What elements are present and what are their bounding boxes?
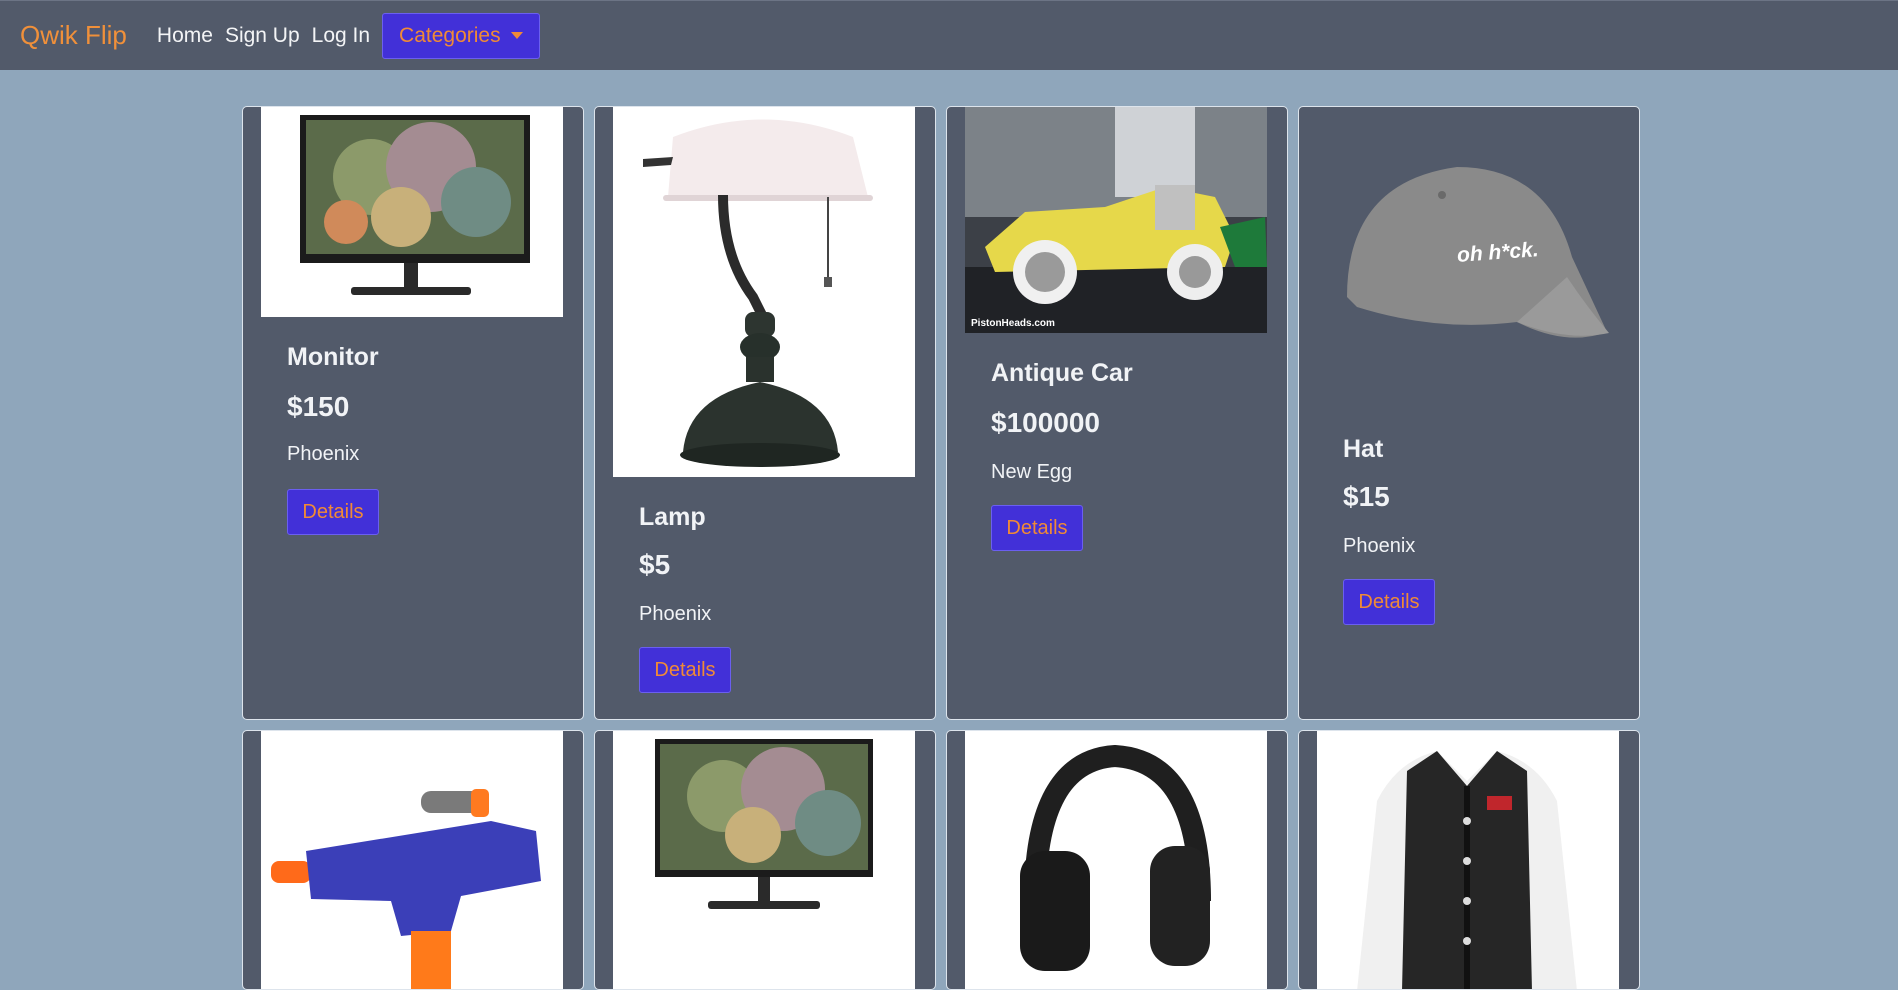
product-title: Monitor	[287, 343, 379, 371]
product-card-monitor: Monitor $150 Phoenix Details	[242, 106, 584, 720]
product-location: Phoenix	[287, 443, 360, 465]
categories-label: Categories	[399, 23, 501, 47]
details-button[interactable]: Details	[639, 647, 731, 693]
product-location: Phoenix	[639, 603, 712, 625]
details-button[interactable]: Details	[1343, 579, 1435, 625]
product-location: New Egg	[991, 461, 1073, 483]
lamp-image[interactable]	[613, 107, 915, 477]
monitor-image[interactable]	[261, 107, 563, 317]
headphones-image[interactable]	[965, 731, 1267, 989]
hat-image[interactable]: oh h*ck.	[1317, 107, 1619, 407]
product-card	[594, 730, 936, 990]
product-price: $5	[639, 549, 671, 580]
details-button[interactable]: Details	[991, 505, 1083, 551]
toy-blaster-image[interactable]	[261, 731, 563, 989]
product-card	[1298, 730, 1640, 990]
product-price: $15	[1343, 481, 1390, 512]
product-title: Lamp	[639, 503, 706, 531]
categories-dropdown-button[interactable]: Categories	[382, 12, 540, 59]
antique-car-image[interactable]: PistonHeads.com	[965, 107, 1267, 333]
product-card-antique-car: PistonHeads.com Antique Car $100000 New …	[946, 106, 1288, 720]
brand-logo[interactable]: Qwik Flip	[20, 20, 127, 51]
product-card	[242, 730, 584, 990]
image-caption: PistonHeads.com	[971, 318, 1055, 329]
product-card-lamp: Lamp $5 Phoenix Details	[594, 106, 936, 720]
nav-login-link[interactable]: Log In	[312, 24, 370, 48]
product-title: Antique Car	[991, 359, 1133, 387]
monitor-image[interactable]	[613, 731, 915, 989]
nav-signup-link[interactable]: Sign Up	[225, 24, 300, 48]
product-card-hat: oh h*ck. Hat $15 Phoenix Details	[1298, 106, 1640, 720]
product-title: Hat	[1343, 435, 1384, 463]
product-price: $150	[287, 391, 350, 422]
details-button[interactable]: Details	[287, 489, 379, 535]
product-location: Phoenix	[1343, 535, 1416, 557]
product-card	[946, 730, 1288, 990]
varsity-jacket-image[interactable]	[1317, 731, 1619, 989]
caret-down-icon	[510, 32, 523, 39]
navbar: Qwik Flip Home Sign Up Log In Categories	[0, 0, 1898, 70]
nav-home-link[interactable]: Home	[157, 24, 213, 48]
product-price: $100000	[991, 407, 1101, 438]
